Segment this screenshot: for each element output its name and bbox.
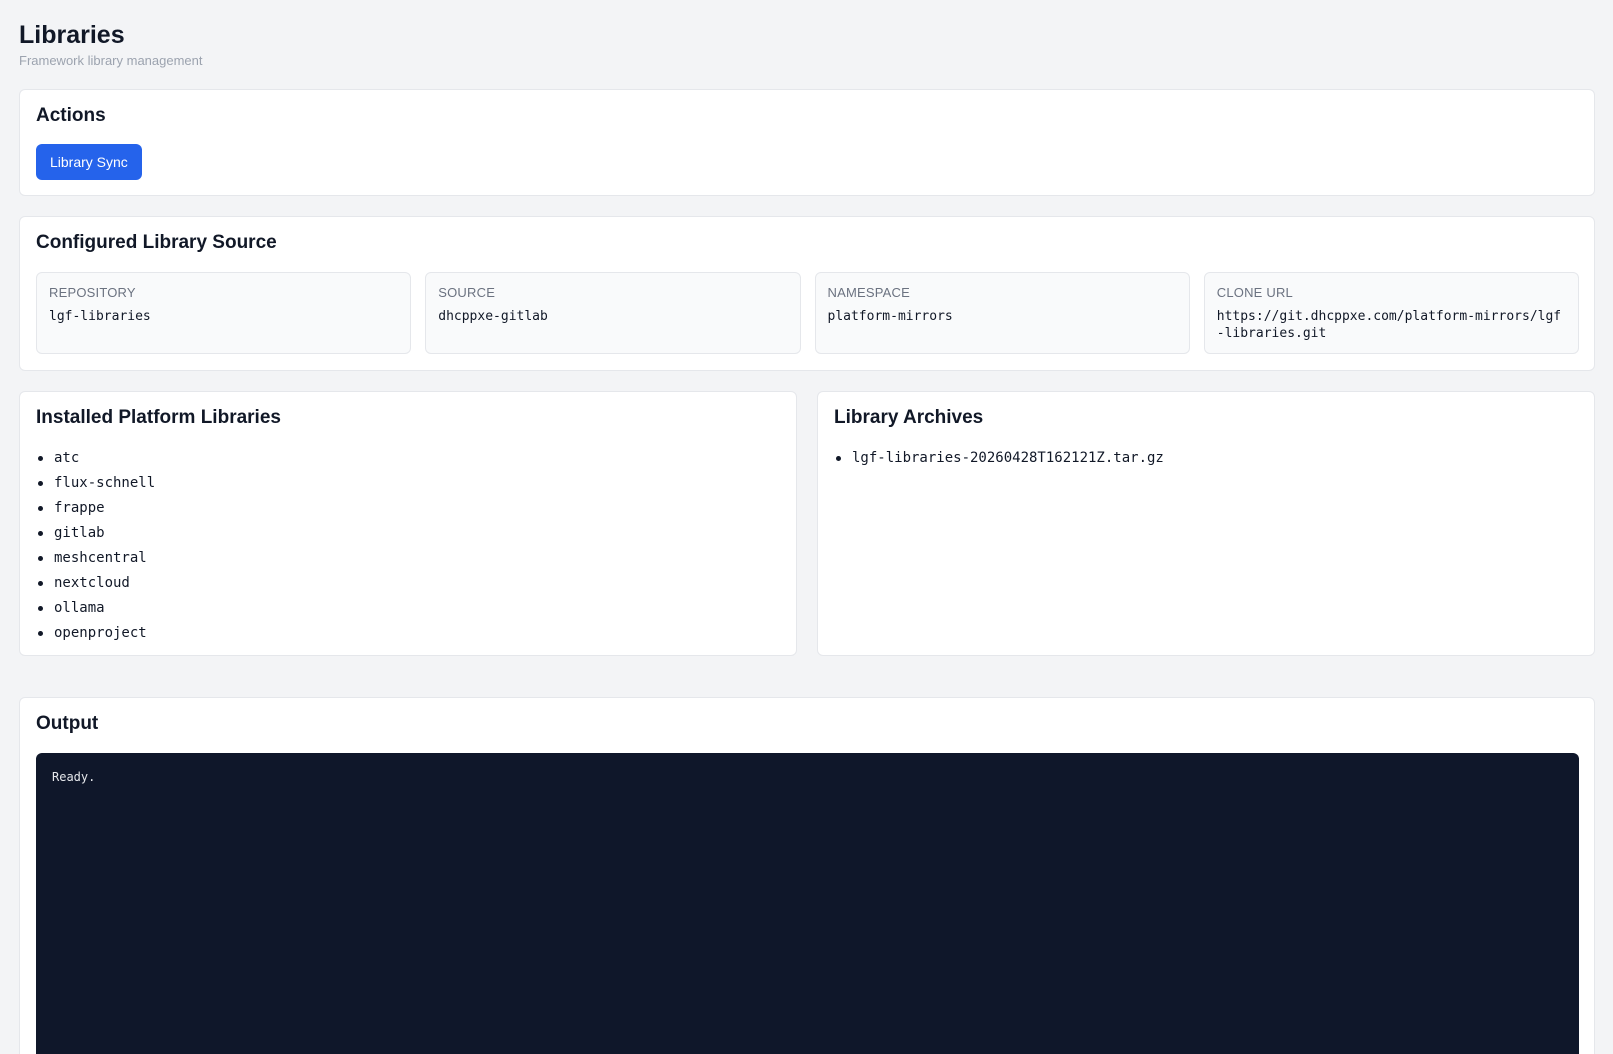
library-archives-list: lgf-libraries-20260428T162121Z.tar.gz [834, 446, 1164, 471]
source-value: dhcppxe-gitlab [438, 309, 548, 324]
library-archives-title: Library Archives [834, 407, 984, 428]
list-item: nextcloud [36, 571, 155, 596]
output-text: Ready. [52, 770, 96, 784]
source-fields: REPOSITORY lgf-libraries SOURCE dhcppxe-… [36, 272, 1579, 354]
list-item: frappe [36, 496, 155, 521]
list-item: meshcentral [36, 546, 155, 571]
source-label: SOURCE [438, 285, 496, 300]
page-subtitle: Framework library management [19, 53, 203, 68]
libraries-page: Libraries Framework library management A… [0, 0, 1613, 1054]
list-item: ollama [36, 596, 155, 621]
list-item: flux-schnell [36, 471, 155, 496]
list-item: lgf-libraries-20260428T162121Z.tar.gz [834, 446, 1164, 471]
library-archives-card: Library Archives lgf-libraries-20260428T… [817, 391, 1595, 656]
repository-value: lgf-libraries [49, 309, 151, 324]
repository-field: REPOSITORY lgf-libraries [36, 272, 412, 354]
actions-title: Actions [36, 105, 106, 126]
installed-libraries-card: Installed Platform Libraries atc flux-sc… [19, 391, 797, 656]
list-item: gitlab [36, 521, 155, 546]
page-title: Libraries [19, 21, 125, 49]
output-terminal[interactable]: Ready. [36, 753, 1579, 1054]
list-item: atc [36, 446, 155, 471]
repository-label: REPOSITORY [49, 285, 136, 300]
library-source-title: Configured Library Source [36, 232, 277, 253]
library-source-card: Configured Library Source REPOSITORY lgf… [19, 216, 1595, 371]
actions-card: Actions Library Sync [19, 89, 1595, 196]
namespace-value: platform-mirrors [827, 309, 953, 324]
source-field: SOURCE dhcppxe-gitlab [425, 272, 801, 354]
output-card: Output Ready. [19, 697, 1595, 1054]
clone-url-value: https://git.dhcppxe.com/platform-mirrors… [1216, 309, 1562, 341]
namespace-field: NAMESPACE platform-mirrors [814, 272, 1190, 354]
installed-libraries-title: Installed Platform Libraries [36, 407, 281, 428]
namespace-label: NAMESPACE [827, 285, 910, 300]
library-sync-button[interactable]: Library Sync [36, 144, 142, 180]
clone-url-field: CLONE URL https://git.dhcppxe.com/platfo… [1203, 272, 1579, 354]
list-item: openproject [36, 621, 155, 646]
clone-url-label: CLONE URL [1216, 285, 1293, 300]
output-title: Output [36, 713, 99, 734]
installed-libraries-list: atc flux-schnell frappe gitlab meshcentr… [36, 446, 155, 646]
